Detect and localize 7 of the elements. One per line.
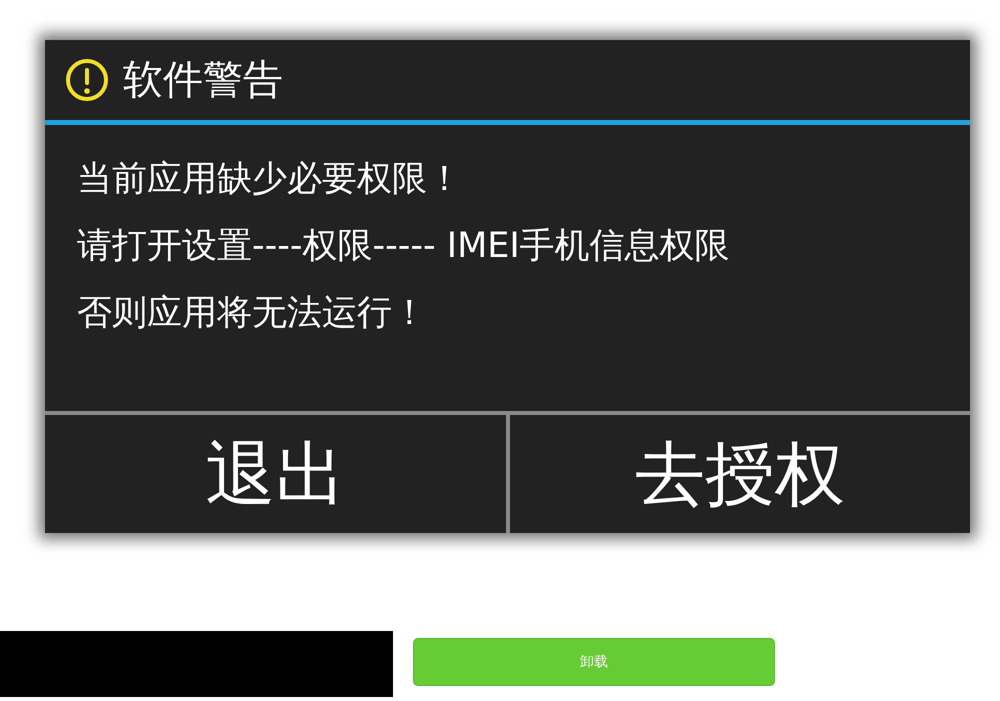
message-line: 请打开设置----权限----- IMEI手机信息权限 <box>77 225 730 268</box>
dialog-title: 软件警告 <box>123 60 283 100</box>
message-line: 当前应用缺少必要权限！ <box>77 158 462 201</box>
dialog-button[interactable]: 去授权 <box>506 415 970 533</box>
message-line: 否则应用将无法运行！ <box>77 292 427 335</box>
dialog-button[interactable]: 退出 <box>45 415 506 533</box>
warning-icon <box>65 58 109 102</box>
